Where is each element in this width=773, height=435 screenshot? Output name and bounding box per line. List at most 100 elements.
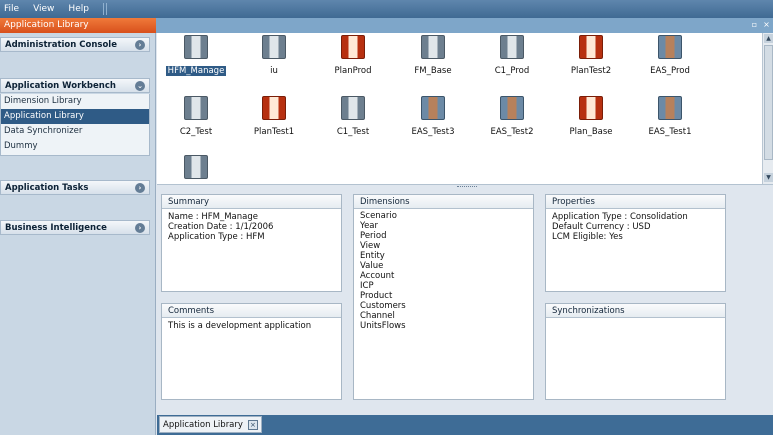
property-lcm-eligible: LCM Eligible: Yes: [552, 232, 623, 242]
menu-file[interactable]: File: [4, 4, 19, 14]
essbase-app-icon: [421, 96, 445, 120]
hfm-app-icon: [184, 35, 208, 59]
app-label: PlanProd: [334, 66, 372, 76]
view-title-bar: Application Library ▫ ×: [0, 18, 773, 33]
menu-separator: [105, 3, 107, 15]
menu-separator: [102, 3, 104, 15]
app-item[interactable]: C1_Test: [314, 96, 392, 152]
chevron-down-icon[interactable]: ⌄: [135, 81, 145, 91]
dimension-item: Value: [360, 261, 384, 271]
summary-application-type: Application Type : HFM: [168, 232, 265, 242]
hfm-app-icon: [262, 35, 286, 59]
app-label: Plan_Base: [569, 127, 613, 137]
app-label: EAS_Test1: [648, 127, 692, 137]
scrollbar-thumb[interactable]: [764, 45, 773, 160]
app-item[interactable]: C2_Test: [157, 96, 235, 152]
menu-help[interactable]: Help: [68, 4, 89, 14]
property-default-currency: Default Currency : USD: [552, 222, 651, 232]
dimension-item: Period: [360, 231, 387, 241]
pane-title: Summary: [162, 195, 341, 209]
application-details: Summary Name : HFM_Manage Creation Date …: [157, 190, 773, 415]
essbase-app-icon: [658, 96, 682, 120]
app-item[interactable]: EAS_Prod: [631, 35, 709, 91]
app-item[interactable]: PlanTest1: [235, 96, 313, 152]
app-item[interactable]: EAS_Test2: [473, 96, 551, 152]
window-title: Application Library: [0, 18, 156, 33]
close-icon[interactable]: ×: [762, 20, 771, 29]
app-item[interactable]: EAS_Test1: [631, 96, 709, 152]
hfm-app-icon: [184, 155, 208, 179]
planning-app-icon: [579, 35, 603, 59]
panel-title: Administration Console: [5, 40, 117, 50]
app-label: C2_Test: [179, 127, 213, 137]
app-item[interactable]: [157, 155, 235, 184]
dimension-item: UnitsFlows: [360, 321, 406, 331]
comments-pane: Comments This is a development applicati…: [161, 303, 342, 400]
sidebar-item-dummy[interactable]: Dummy: [1, 139, 149, 154]
planning-app-icon: [262, 96, 286, 120]
scroll-down-icon[interactable]: ▼: [764, 173, 773, 182]
application-workbench-panel[interactable]: Application Workbench ⌄: [0, 78, 150, 93]
dimension-item: Scenario: [360, 211, 397, 221]
planning-app-icon: [579, 96, 603, 120]
menu-view[interactable]: View: [33, 4, 54, 14]
application-tasks-panel[interactable]: Application Tasks ›: [0, 180, 150, 195]
chevron-right-icon[interactable]: ›: [135, 183, 145, 193]
tab-label: Application Library: [163, 420, 243, 430]
application-icon-grid: HFM_Manage iu PlanProd FM_Base C1_Prod P…: [157, 33, 762, 184]
splitter-grip[interactable]: [457, 186, 477, 188]
chevron-right-icon[interactable]: ›: [135, 223, 145, 233]
hfm-app-icon: [500, 35, 524, 59]
left-sidebar: Administration Console › Application Wor…: [0, 33, 156, 435]
chevron-right-icon[interactable]: ›: [135, 40, 145, 50]
dimension-item: Customers: [360, 301, 406, 311]
sidebar-item-dimension-library[interactable]: Dimension Library: [1, 94, 149, 109]
hfm-app-icon: [184, 96, 208, 120]
app-label: iu: [270, 66, 278, 76]
app-item[interactable]: FM_Base: [394, 35, 472, 91]
scroll-up-icon[interactable]: ▲: [764, 34, 773, 43]
property-application-type: Application Type : Consolidation: [552, 212, 688, 222]
dimension-item: Product: [360, 291, 393, 301]
app-label: HFM_Manage: [164, 65, 228, 77]
vertical-scrollbar[interactable]: ▲ ▼: [762, 33, 773, 184]
hfm-app-icon: [341, 96, 365, 120]
dimension-item: View: [360, 241, 381, 251]
app-label: EAS_Test3: [411, 127, 455, 137]
app-item[interactable]: PlanProd: [314, 35, 392, 91]
pane-title: Dimensions: [354, 195, 533, 209]
app-label: PlanTest2: [570, 66, 612, 76]
planning-app-icon: [341, 35, 365, 59]
summary-name: Name : HFM_Manage: [168, 212, 258, 222]
tab-application-library[interactable]: Application Library ×: [159, 416, 262, 433]
panel-title: Business Intelligence: [5, 223, 107, 233]
app-item[interactable]: iu: [235, 35, 313, 91]
administration-console-panel[interactable]: Administration Console ›: [0, 37, 150, 52]
hfm-app-icon: [421, 35, 445, 59]
app-item[interactable]: PlanTest2: [552, 35, 630, 91]
sidebar-item-application-library[interactable]: Application Library: [1, 109, 149, 124]
dimension-item: Channel: [360, 311, 395, 321]
properties-pane: Properties Application Type : Consolidat…: [545, 194, 726, 292]
summary-creation-date: Creation Date : 1/1/2006: [168, 222, 274, 232]
dimension-item: Year: [360, 221, 378, 231]
essbase-app-icon: [500, 96, 524, 120]
sidebar-item-data-synchronizer[interactable]: Data Synchronizer: [1, 124, 149, 139]
app-item[interactable]: EAS_Test3: [394, 96, 472, 152]
summary-pane: Summary Name : HFM_Manage Creation Date …: [161, 194, 342, 292]
dimensions-pane: Dimensions Scenario Year Period View Ent…: [353, 194, 534, 400]
business-intelligence-panel[interactable]: Business Intelligence ›: [0, 220, 150, 235]
dimension-item: Account: [360, 271, 395, 281]
app-label: FM_Base: [414, 66, 452, 76]
close-tab-icon[interactable]: ×: [247, 420, 258, 430]
app-item[interactable]: HFM_Manage: [157, 35, 235, 91]
app-item[interactable]: Plan_Base: [552, 96, 630, 152]
app-label: C1_Prod: [494, 66, 530, 76]
panel-title: Application Tasks: [5, 183, 89, 193]
restore-icon[interactable]: ▫: [750, 20, 759, 29]
pane-title: Synchronizations: [546, 304, 725, 318]
app-label: C1_Test: [336, 127, 370, 137]
app-item[interactable]: C1_Prod: [473, 35, 551, 91]
workbench-list: Dimension Library Application Library Da…: [0, 94, 150, 156]
bottom-tab-bar: Application Library ×: [157, 415, 773, 435]
